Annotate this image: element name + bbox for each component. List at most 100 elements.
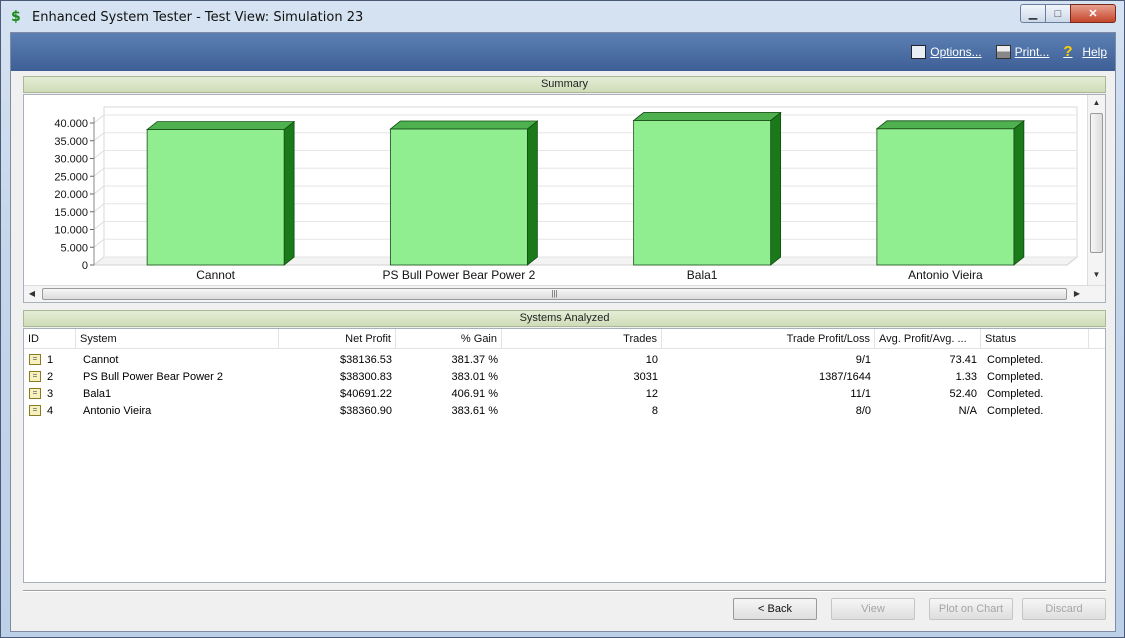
options-link[interactable]: Options... xyxy=(911,45,982,59)
y-tick-label: 35.000 xyxy=(54,136,88,148)
bar xyxy=(876,128,1015,266)
summary-chart: 40.000 35.000 30.000 25.000 20.000 15.000 10.0… xyxy=(24,95,1087,285)
summary-panel: 40.000 35.000 30.000 25.000 20.000 15.000 10.0… xyxy=(23,94,1106,303)
summary-header: Summary xyxy=(23,76,1106,93)
x-tick-label: Cannot xyxy=(196,268,235,282)
systems-table: ID System Net Profit % Gain Trades Trade… xyxy=(23,328,1106,583)
systems-header: Systems Analyzed xyxy=(23,310,1106,327)
cell-trade-profit-loss: 11/1 xyxy=(850,388,871,400)
cell-status: Completed. xyxy=(987,371,1044,383)
y-tick-label: 25.000 xyxy=(54,171,88,183)
cell-trades: 3031 xyxy=(633,371,658,383)
table-row[interactable]: = 2 PS Bull Power Bear Power 2 $38300.83… xyxy=(24,369,1105,386)
help-label: Help xyxy=(1082,45,1107,59)
bar-top xyxy=(145,121,296,131)
table-row[interactable]: = 4 Antonio Vieira $38360.90 383.61 % 8 … xyxy=(24,403,1105,420)
close-button[interactable]: ✕ xyxy=(1070,4,1116,23)
maximize-button[interactable]: □ xyxy=(1045,4,1071,23)
column-header-trades[interactable]: Trades xyxy=(502,329,662,349)
window-controls: ▁ □ ✕ xyxy=(1020,4,1116,23)
print-link[interactable]: Print... xyxy=(995,45,1050,59)
cell-gain: 383.01 % xyxy=(451,371,498,383)
cell-avg-profit: 1.33 xyxy=(955,371,977,383)
options-label: Options... xyxy=(930,45,982,59)
title-bar[interactable]: $ Enhanced System Tester - Test View: Si… xyxy=(1,1,1124,31)
bar-side xyxy=(526,120,538,266)
bar xyxy=(389,128,528,266)
y-tick-label: 15.000 xyxy=(54,207,88,219)
grid-line-diagonal xyxy=(93,114,105,124)
scroll-left-icon[interactable]: ◀ xyxy=(24,286,40,302)
grid-line-diagonal xyxy=(93,167,105,177)
cell-avg-profit: N/A xyxy=(958,405,977,417)
system-row-icon: = xyxy=(29,371,41,382)
column-header-gain[interactable]: % Gain xyxy=(396,329,502,349)
system-row-icon: = xyxy=(29,405,41,416)
x-tick-label: Bala1 xyxy=(687,268,718,282)
bar-side xyxy=(770,111,782,266)
y-tick-label: 40.000 xyxy=(54,118,88,130)
client-area: Options... Print... ? Help Summary 40.00… xyxy=(10,32,1116,632)
cell-system: Cannot xyxy=(83,354,119,366)
main-window: $ Enhanced System Tester - Test View: Si… xyxy=(0,0,1125,638)
grid-line-diagonal xyxy=(93,132,105,142)
toolbar: Options... Print... ? Help xyxy=(11,33,1115,71)
printer-icon xyxy=(995,45,1011,59)
cell-trade-profit-loss: 9/1 xyxy=(855,354,871,366)
dollar-app-icon: $ xyxy=(11,9,21,25)
print-label: Print... xyxy=(1014,45,1050,59)
vertical-scroll-thumb[interactable] xyxy=(1090,113,1103,253)
scroll-right-icon[interactable]: ▶ xyxy=(1069,286,1085,302)
cell-trades: 12 xyxy=(645,388,658,400)
bar-side xyxy=(1013,119,1025,266)
minimize-button[interactable]: ▁ xyxy=(1020,4,1046,23)
grid-line-diagonal xyxy=(93,203,105,213)
horizontal-scroll-thumb[interactable]: ||| xyxy=(42,288,1067,300)
system-row-icon: = xyxy=(29,354,41,365)
bar-chart-svg: 40.000 35.000 30.000 25.000 20.000 15.000 10.0… xyxy=(54,106,1079,282)
column-header-id[interactable]: ID xyxy=(24,329,76,349)
grid-line-diagonal xyxy=(93,238,105,248)
cell-status: Completed. xyxy=(987,388,1044,400)
y-tick-label: 30.000 xyxy=(54,154,88,166)
summary-vertical-scrollbar[interactable]: ▲ ▼ xyxy=(1087,95,1105,285)
cell-id: 1 xyxy=(47,354,54,366)
grid-line-diagonal xyxy=(93,185,105,195)
system-row-icon: = xyxy=(29,388,41,399)
grid-line-diagonal xyxy=(93,150,105,159)
column-header-trade-profit-loss[interactable]: Trade Profit/Loss xyxy=(662,329,875,349)
plot-on-chart-button[interactable]: Plot on Chart xyxy=(929,598,1013,620)
column-header-net-profit[interactable]: Net Profit xyxy=(279,329,396,349)
y-tick-label: 10.000 xyxy=(54,225,88,237)
y-tick-label: 0 xyxy=(82,260,88,272)
cell-net-profit: $38300.83 xyxy=(340,371,392,383)
view-button[interactable]: View xyxy=(831,598,915,620)
x-tick-label: PS Bull Power Bear Power 2 xyxy=(383,268,536,282)
cell-status: Completed. xyxy=(987,354,1044,366)
options-icon xyxy=(911,45,927,59)
table-header: ID System Net Profit % Gain Trades Trade… xyxy=(24,329,1105,349)
column-header-status[interactable]: Status xyxy=(981,329,1089,349)
x-tick-label: Antonio Vieira xyxy=(908,268,983,282)
back-button[interactable]: < Back xyxy=(733,598,817,620)
y-tick-label: 5.000 xyxy=(60,242,88,254)
toolbar-items: Options... Print... ? Help xyxy=(911,43,1107,60)
discard-button[interactable]: Discard xyxy=(1022,598,1106,620)
table-row[interactable]: = 1 Cannot $38136.53 381.37 % 10 9/1 73.… xyxy=(24,352,1105,369)
scroll-down-icon[interactable]: ▼ xyxy=(1088,267,1105,283)
column-header-avg-profit[interactable]: Avg. Profit/Avg. ... xyxy=(875,329,981,349)
cell-trade-profit-loss: 1387/1644 xyxy=(819,371,871,383)
cell-id: 4 xyxy=(47,405,54,417)
cell-avg-profit: 73.41 xyxy=(949,354,977,366)
column-header-system[interactable]: System xyxy=(76,329,279,349)
cell-system: Antonio Vieira xyxy=(83,405,152,417)
scroll-up-icon[interactable]: ▲ xyxy=(1088,95,1105,111)
table-row[interactable]: = 3 Bala1 $40691.22 406.91 % 12 11/1 52.… xyxy=(24,386,1105,403)
help-icon: ? xyxy=(1063,43,1073,60)
summary-horizontal-scrollbar[interactable]: ◀ ||| ▶ xyxy=(24,285,1105,302)
footer-separator xyxy=(23,590,1106,592)
cell-system: Bala1 xyxy=(83,388,112,400)
cell-system: PS Bull Power Bear Power 2 xyxy=(83,371,224,383)
bar-top xyxy=(632,112,782,121)
help-link[interactable]: ? Help xyxy=(1063,43,1107,60)
